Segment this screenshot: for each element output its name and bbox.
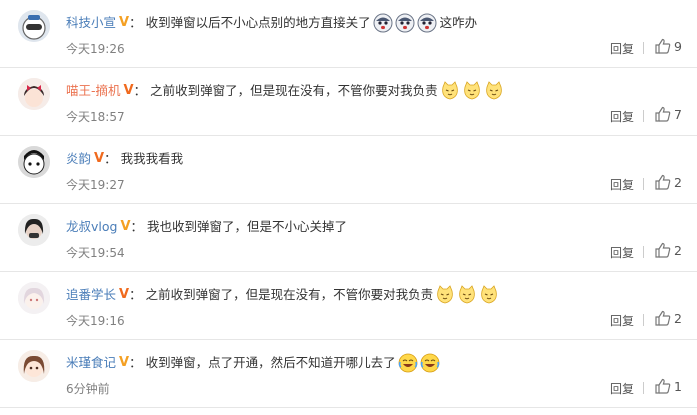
- thumbs-up-icon: [654, 241, 672, 259]
- shocked-face-emoji: [373, 13, 393, 33]
- colon-separator: ：: [133, 83, 147, 98]
- colon-separator: ：: [104, 151, 117, 166]
- verified-v-icon: V: [119, 287, 130, 302]
- avatar[interactable]: [18, 282, 50, 314]
- comment-item: 喵王-摘机 V：之前收到弹窗了，但是现在没有，不管你要对我负责今天18:57 回复 7: [0, 68, 697, 136]
- comment-timestamp: 今天18:57: [66, 110, 125, 124]
- comment-item: 龙叔vlog V：我也收到弹窗了，但是不小心关掉了今天19:54 回复 2: [0, 204, 697, 272]
- colon-separator: ：: [129, 287, 142, 302]
- verified-v-icon: V: [119, 15, 130, 30]
- reply-button[interactable]: 回复: [610, 176, 634, 193]
- cat-face-emoji: [457, 285, 477, 305]
- username-link[interactable]: 龙叔vlog: [66, 216, 117, 238]
- comment-timestamp: 6分钟前: [66, 382, 110, 396]
- comment-item: 米瑾食记 V：收到弹窗，点了开通，然后不知道开哪儿去了 6分钟前 回复 1: [0, 340, 697, 408]
- colon-separator: ：: [129, 15, 142, 30]
- action-divider: [643, 382, 644, 394]
- like-button[interactable]: 7: [654, 105, 682, 123]
- comment-timestamp: 今天19:16: [66, 314, 125, 328]
- username-link[interactable]: 米瑾食记: [66, 352, 116, 374]
- like-button[interactable]: 2: [654, 241, 682, 259]
- username-link[interactable]: 喵王-摘机: [66, 80, 121, 102]
- comment-content: 米瑾食记 V：收到弹窗，点了开通，然后不知道开哪儿去了: [66, 352, 440, 374]
- shocked-face-emoji: [417, 13, 437, 33]
- reply-button[interactable]: 回复: [610, 108, 634, 125]
- comment-trailing-text: 这咋办: [439, 15, 478, 30]
- like-count: 2: [674, 174, 682, 190]
- reply-button[interactable]: 回复: [610, 380, 634, 397]
- like-button[interactable]: 2: [654, 173, 682, 191]
- reply-button[interactable]: 回复: [610, 40, 634, 57]
- verified-v-icon: V: [123, 83, 134, 98]
- laughing-crying-emoji: [398, 353, 418, 373]
- shocked-face-emoji: [395, 13, 415, 33]
- like-count: 2: [674, 310, 682, 326]
- like-count: 2: [674, 242, 682, 258]
- avatar[interactable]: [18, 214, 50, 246]
- action-divider: [643, 178, 644, 190]
- avatar[interactable]: [18, 78, 50, 110]
- comment-text: 收到弹窗以后不小心点别的地方直接关了: [145, 15, 371, 30]
- comment-item: 科技小宣 V：收到弹窗以后不小心点别的地方直接关了 这咋办今天19:26 回复 9: [0, 0, 697, 68]
- comment-text: 收到弹窗，点了开通，然后不知道开哪儿去了: [145, 355, 396, 370]
- username-link[interactable]: 炎韵: [66, 148, 91, 170]
- action-divider: [643, 110, 644, 122]
- comment-text: 我也收到弹窗了，但是不小心关掉了: [147, 219, 348, 234]
- cat-face-emoji: [435, 285, 455, 305]
- comment-text: 我我我看我: [120, 151, 184, 166]
- cat-face-emoji: [484, 81, 504, 101]
- action-divider: [643, 42, 644, 54]
- reply-button[interactable]: 回复: [610, 312, 634, 329]
- comment-text: 之前收到弹窗了，但是现在没有，不管你要对我负责: [145, 287, 434, 302]
- like-count: 7: [674, 106, 682, 122]
- comment-timestamp: 今天19:54: [66, 246, 125, 260]
- username-link[interactable]: 追番学长: [66, 284, 116, 306]
- thumbs-up-icon: [654, 37, 672, 55]
- comment-content: 炎韵 V：我我我看我: [66, 148, 183, 170]
- like-button[interactable]: 1: [654, 377, 682, 395]
- like-count: 9: [674, 38, 682, 54]
- comment-list: 科技小宣 V：收到弹窗以后不小心点别的地方直接关了 这咋办 今天19:26 回复 9 喵王-…: [0, 0, 697, 415]
- like-button[interactable]: 9: [654, 37, 682, 55]
- comment-item: 追番学长 V：之前收到弹窗了，但是现在没有，不管你要对我负责今天19:16 回复 2: [0, 272, 697, 340]
- laughing-crying-emoji: [420, 353, 440, 373]
- action-divider: [643, 246, 644, 258]
- comment-content: 喵王-摘机 V：之前收到弹窗了，但是现在没有，不管你要对我负责: [66, 80, 504, 102]
- comment-text: 之前收到弹窗了，但是现在没有，不管你要对我负责: [150, 83, 438, 98]
- verified-v-icon: V: [119, 355, 130, 370]
- comment-content: 追番学长 V：之前收到弹窗了，但是现在没有，不管你要对我负责: [66, 284, 499, 306]
- reply-button[interactable]: 回复: [610, 244, 634, 261]
- comment-content: 科技小宣 V：收到弹窗以后不小心点别的地方直接关了 这咋办: [66, 12, 477, 34]
- colon-separator: ：: [129, 355, 142, 370]
- thumbs-up-icon: [654, 173, 672, 191]
- avatar[interactable]: [18, 146, 50, 178]
- like-count: 1: [674, 378, 682, 394]
- like-button[interactable]: 2: [654, 309, 682, 327]
- verified-v-icon: V: [94, 151, 105, 166]
- comment-timestamp: 今天19:26: [66, 42, 125, 56]
- username-link[interactable]: 科技小宣: [66, 12, 116, 34]
- colon-separator: ：: [130, 219, 144, 234]
- avatar[interactable]: [18, 350, 50, 382]
- verified-v-icon: V: [120, 219, 131, 234]
- thumbs-up-icon: [654, 105, 672, 123]
- cat-face-emoji: [462, 81, 482, 101]
- avatar[interactable]: [18, 10, 50, 42]
- thumbs-up-icon: [654, 377, 672, 395]
- comment-timestamp: 今天19:27: [66, 178, 125, 192]
- comment-item: 炎韵 V：我我我看我今天19:27 回复 2: [0, 136, 697, 204]
- thumbs-up-icon: [654, 309, 672, 327]
- cat-face-emoji: [440, 81, 460, 101]
- comment-content: 龙叔vlog V：我也收到弹窗了，但是不小心关掉了: [66, 216, 347, 238]
- action-divider: [643, 314, 644, 326]
- cat-face-emoji: [479, 285, 499, 305]
